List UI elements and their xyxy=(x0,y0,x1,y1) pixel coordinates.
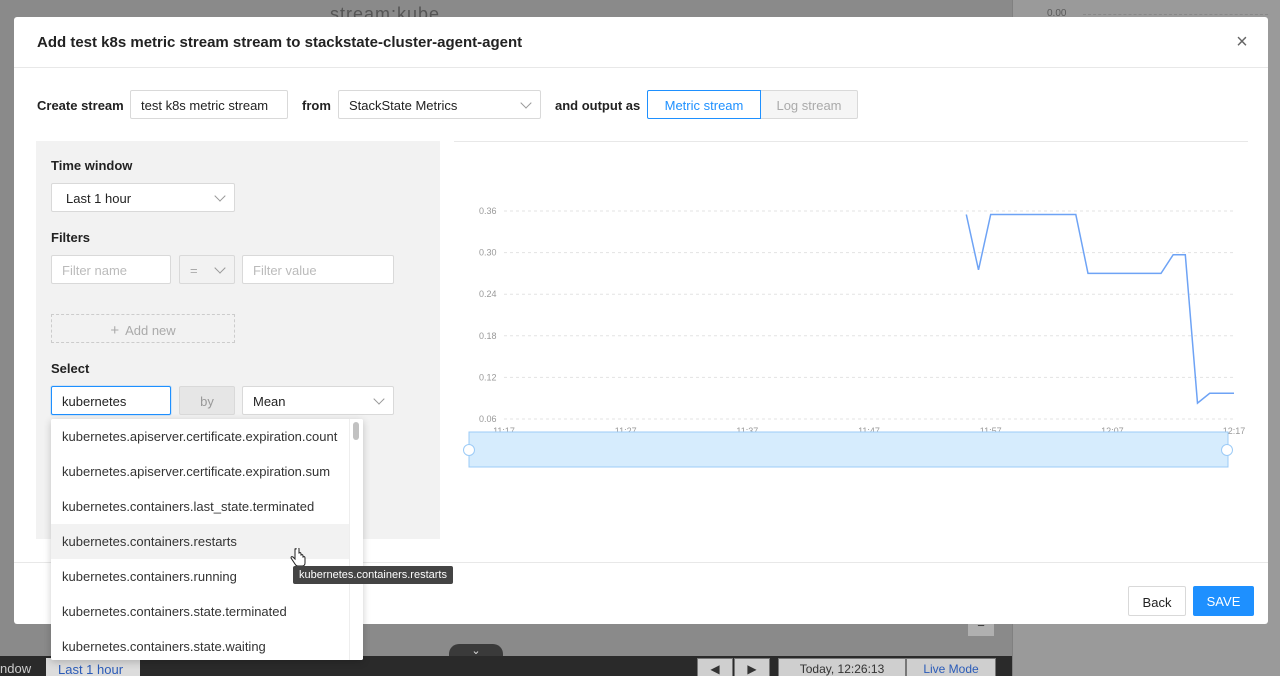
add-new-filter-button[interactable]: + Add new xyxy=(51,314,235,343)
save-button[interactable]: SAVE xyxy=(1193,586,1254,616)
hand-pointer-icon xyxy=(290,548,306,567)
y-tick-label: 0.30 xyxy=(479,248,497,258)
add-new-label: Add new xyxy=(125,323,176,338)
range-handle-left[interactable] xyxy=(463,444,475,456)
back-button[interactable]: Back xyxy=(1128,586,1186,616)
dropdown-item[interactable]: kubernetes.containers.last_state.termina… xyxy=(51,489,349,524)
filters-label: Filters xyxy=(51,230,91,245)
time-window-label: Time window xyxy=(51,158,133,173)
time-window-value: Last 1 hour xyxy=(66,191,132,206)
source-select[interactable]: StackState Metrics xyxy=(338,90,541,119)
modal-title: Add test k8s metric stream stream to sta… xyxy=(37,34,523,51)
filter-value-input[interactable]: Filter value xyxy=(242,255,394,284)
dropdown-item[interactable]: kubernetes.containers.state.terminated xyxy=(51,594,349,629)
metric-suggestions-dropdown: kubernetes.apiserver.certificate.expirat… xyxy=(51,419,363,660)
dropdown-scrollbar[interactable] xyxy=(349,419,363,660)
dropdown-item[interactable]: kubernetes.apiserver.certificate.expirat… xyxy=(51,454,349,489)
y-tick-label: 0.24 xyxy=(479,289,497,299)
background-current-time[interactable]: Today, 12:26:13 xyxy=(778,658,906,676)
y-tick-label: 0.06 xyxy=(479,414,497,424)
series-line xyxy=(965,213,1234,405)
chevron-down-icon xyxy=(373,393,385,405)
time-window-select[interactable]: Last 1 hour xyxy=(51,183,235,212)
chevron-down-icon xyxy=(214,190,226,202)
stream-name-input[interactable]: test k8s metric stream xyxy=(130,90,288,119)
filter-operator-select[interactable]: = xyxy=(179,255,235,284)
chevron-down-icon xyxy=(520,97,532,109)
background-live-mode[interactable]: Live Mode xyxy=(906,658,996,676)
from-label: from xyxy=(302,98,331,113)
next-icon[interactable]: ▶ xyxy=(734,658,770,676)
range-handle-right[interactable] xyxy=(1221,444,1233,456)
scrollbar-thumb[interactable] xyxy=(353,422,359,440)
close-icon[interactable]: × xyxy=(1232,32,1252,52)
prev-icon[interactable]: ◀ xyxy=(697,658,733,676)
chevron-down-icon xyxy=(214,262,226,274)
source-select-value: StackState Metrics xyxy=(349,98,458,113)
background-timewindow-label: ndow xyxy=(0,661,32,676)
y-tick-label: 0.36 xyxy=(479,206,497,216)
create-stream-label: Create stream xyxy=(37,98,124,113)
group-by-button[interactable]: by xyxy=(179,386,235,415)
output-label: and output as xyxy=(555,98,641,113)
metric-tooltip: kubernetes.containers.restarts xyxy=(293,566,453,584)
time-range-selector[interactable] xyxy=(468,431,1229,468)
aggregation-select[interactable]: Mean xyxy=(242,386,394,415)
metric-stream-option[interactable]: Metric stream xyxy=(647,90,761,119)
background-gridline xyxy=(1083,14,1268,15)
filter-operator-value: = xyxy=(190,263,198,278)
plus-icon: + xyxy=(110,322,120,339)
filter-name-input[interactable]: Filter name xyxy=(51,255,171,284)
y-tick-label: 0.18 xyxy=(479,331,497,341)
background-timewindow-link[interactable]: Last 1 hour xyxy=(46,658,140,676)
dropdown-item[interactable]: kubernetes.apiserver.certificate.expirat… xyxy=(51,419,349,454)
chart-divider xyxy=(454,141,1248,142)
select-label: Select xyxy=(51,361,90,376)
aggregation-value: Mean xyxy=(253,394,286,409)
log-stream-option[interactable]: Log stream xyxy=(761,90,858,119)
modal-header: Add test k8s metric stream stream to sta… xyxy=(14,17,1268,68)
metric-select-input[interactable]: kubernetes xyxy=(51,386,171,415)
y-tick-label: 0.12 xyxy=(479,372,497,382)
dropdown-item[interactable]: kubernetes.containers.state.waiting xyxy=(51,629,349,660)
metric-preview-chart: 0.360.300.240.180.120.06 11:17 11:27 11:37… xyxy=(463,206,1245,468)
